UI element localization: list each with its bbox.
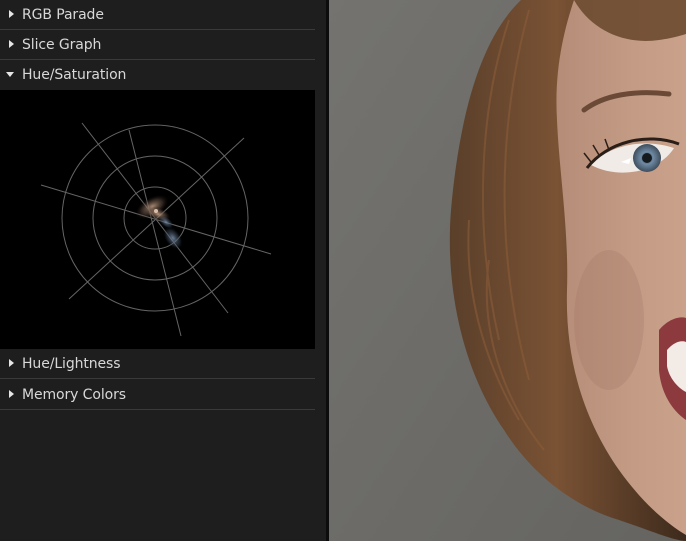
video-viewer[interactable] [329,0,686,541]
panel-scrollbar-track[interactable] [315,0,326,541]
section-label: Hue/Saturation [22,67,127,83]
video-frame [329,0,686,541]
section-hue-lightness[interactable]: Hue/Lightness [0,349,315,379]
section-label: Memory Colors [22,386,126,403]
section-hue-saturation[interactable]: Hue/Saturation [0,60,315,90]
section-memory-colors[interactable]: Memory Colors [0,380,315,410]
expand-triangle-icon[interactable] [0,0,22,29]
collapse-triangle-icon[interactable] [0,60,22,90]
expand-triangle-icon[interactable] [0,349,22,378]
section-label: Hue/Lightness [22,355,121,372]
section-rgb-parade[interactable]: RGB Parade [0,0,315,30]
section-label: RGB Parade [22,6,104,23]
app-window: RGB Parade Slice Graph Hue/Saturation Hu… [0,0,686,541]
section-slice-graph[interactable]: Slice Graph [0,30,315,60]
section-label: Slice Graph [22,36,102,53]
scopes-panel: RGB Parade Slice Graph Hue/Saturation Hu… [0,0,326,541]
vectorscope-graph [40,122,272,337]
expand-triangle-icon[interactable] [0,30,22,59]
hue-saturation-scope [0,90,315,349]
expand-triangle-icon[interactable] [0,380,22,409]
